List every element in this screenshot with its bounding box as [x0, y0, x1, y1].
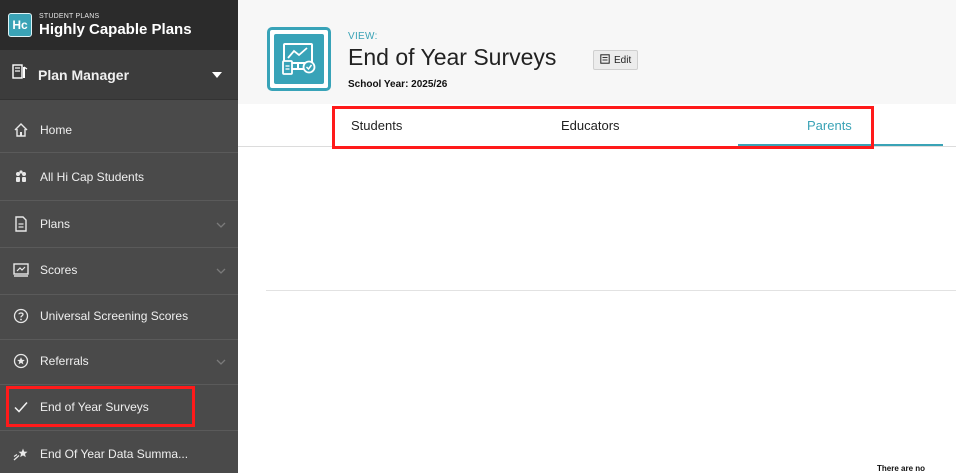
students-group-icon — [12, 168, 30, 186]
sidebar-item-scores[interactable]: Scores — [0, 250, 238, 290]
edit-label: Edit — [614, 54, 632, 66]
sidebar-item-label: Home — [40, 123, 73, 137]
content-divider — [266, 290, 956, 291]
main-content: VIEW: End of Year Surveys Edit School Ye… — [238, 0, 956, 473]
highlight-box — [6, 386, 195, 427]
divider — [0, 247, 238, 248]
sidebar-item-label: Plans — [40, 217, 71, 231]
app-window: Hc STUDENT PLANS Highly Capable Plans Pl… — [0, 0, 956, 473]
sidebar-item-end-of-year-data-summary[interactable]: End Of Year Data Summa... — [0, 434, 238, 473]
brand-subtitle: STUDENT PLANS — [39, 13, 100, 20]
brand-header[interactable]: Hc STUDENT PLANS Highly Capable Plans — [0, 0, 238, 50]
page-title: End of Year Surveys — [348, 44, 557, 70]
divider — [0, 200, 238, 201]
edit-button[interactable]: Edit — [593, 50, 639, 70]
sidebar-item-label: All Hi Cap Students — [40, 170, 145, 184]
divider — [0, 384, 238, 385]
plan-manager-icon — [12, 64, 28, 85]
divider — [0, 152, 238, 153]
sidebar: Hc STUDENT PLANS Highly Capable Plans Pl… — [0, 0, 238, 473]
sidebar-item-label: Universal Screening Scores — [40, 309, 189, 323]
brand-title: Highly Capable Plans — [39, 21, 192, 38]
view-label: VIEW: — [348, 31, 378, 42]
scores-icon — [12, 261, 30, 279]
sidebar-item-home[interactable]: Home — [0, 110, 238, 150]
plan-manager-label: Plan Manager — [38, 66, 130, 83]
sidebar-item-plans[interactable]: Plans — [0, 204, 238, 244]
shooting-star-icon — [12, 445, 30, 463]
sidebar-item-label: Scores — [40, 263, 78, 277]
sidebar-item-universal-screening[interactable]: Universal Screening Scores — [0, 296, 238, 336]
sidebar-item-referrals[interactable]: Referrals — [0, 341, 238, 381]
app-logo: Hc — [8, 13, 32, 37]
page-header: VIEW: End of Year Surveys Edit School Ye… — [238, 0, 956, 104]
survey-icon — [267, 27, 331, 91]
document-icon — [12, 215, 30, 233]
highlight-box — [332, 106, 874, 149]
sidebar-item-all-students[interactable]: All Hi Cap Students — [0, 157, 238, 197]
chevron-down-icon[interactable] — [216, 264, 226, 278]
plan-manager-dropdown[interactable]: Plan Manager — [0, 50, 238, 100]
edit-icon — [600, 53, 610, 67]
sidebar-item-label: Referrals — [40, 354, 89, 368]
divider — [0, 294, 238, 295]
divider — [0, 430, 238, 431]
star-circle-icon — [12, 352, 30, 370]
home-icon — [12, 121, 30, 139]
caret-down-icon — [212, 71, 222, 78]
question-circle-icon — [12, 307, 30, 325]
chevron-down-icon[interactable] — [216, 355, 226, 369]
sidebar-item-label: End Of Year Data Summa... — [40, 447, 189, 461]
divider — [0, 339, 238, 340]
empty-state-message: There are no — [877, 464, 926, 473]
school-year: School Year: 2025/26 — [348, 79, 448, 90]
chevron-down-icon[interactable] — [216, 218, 226, 232]
